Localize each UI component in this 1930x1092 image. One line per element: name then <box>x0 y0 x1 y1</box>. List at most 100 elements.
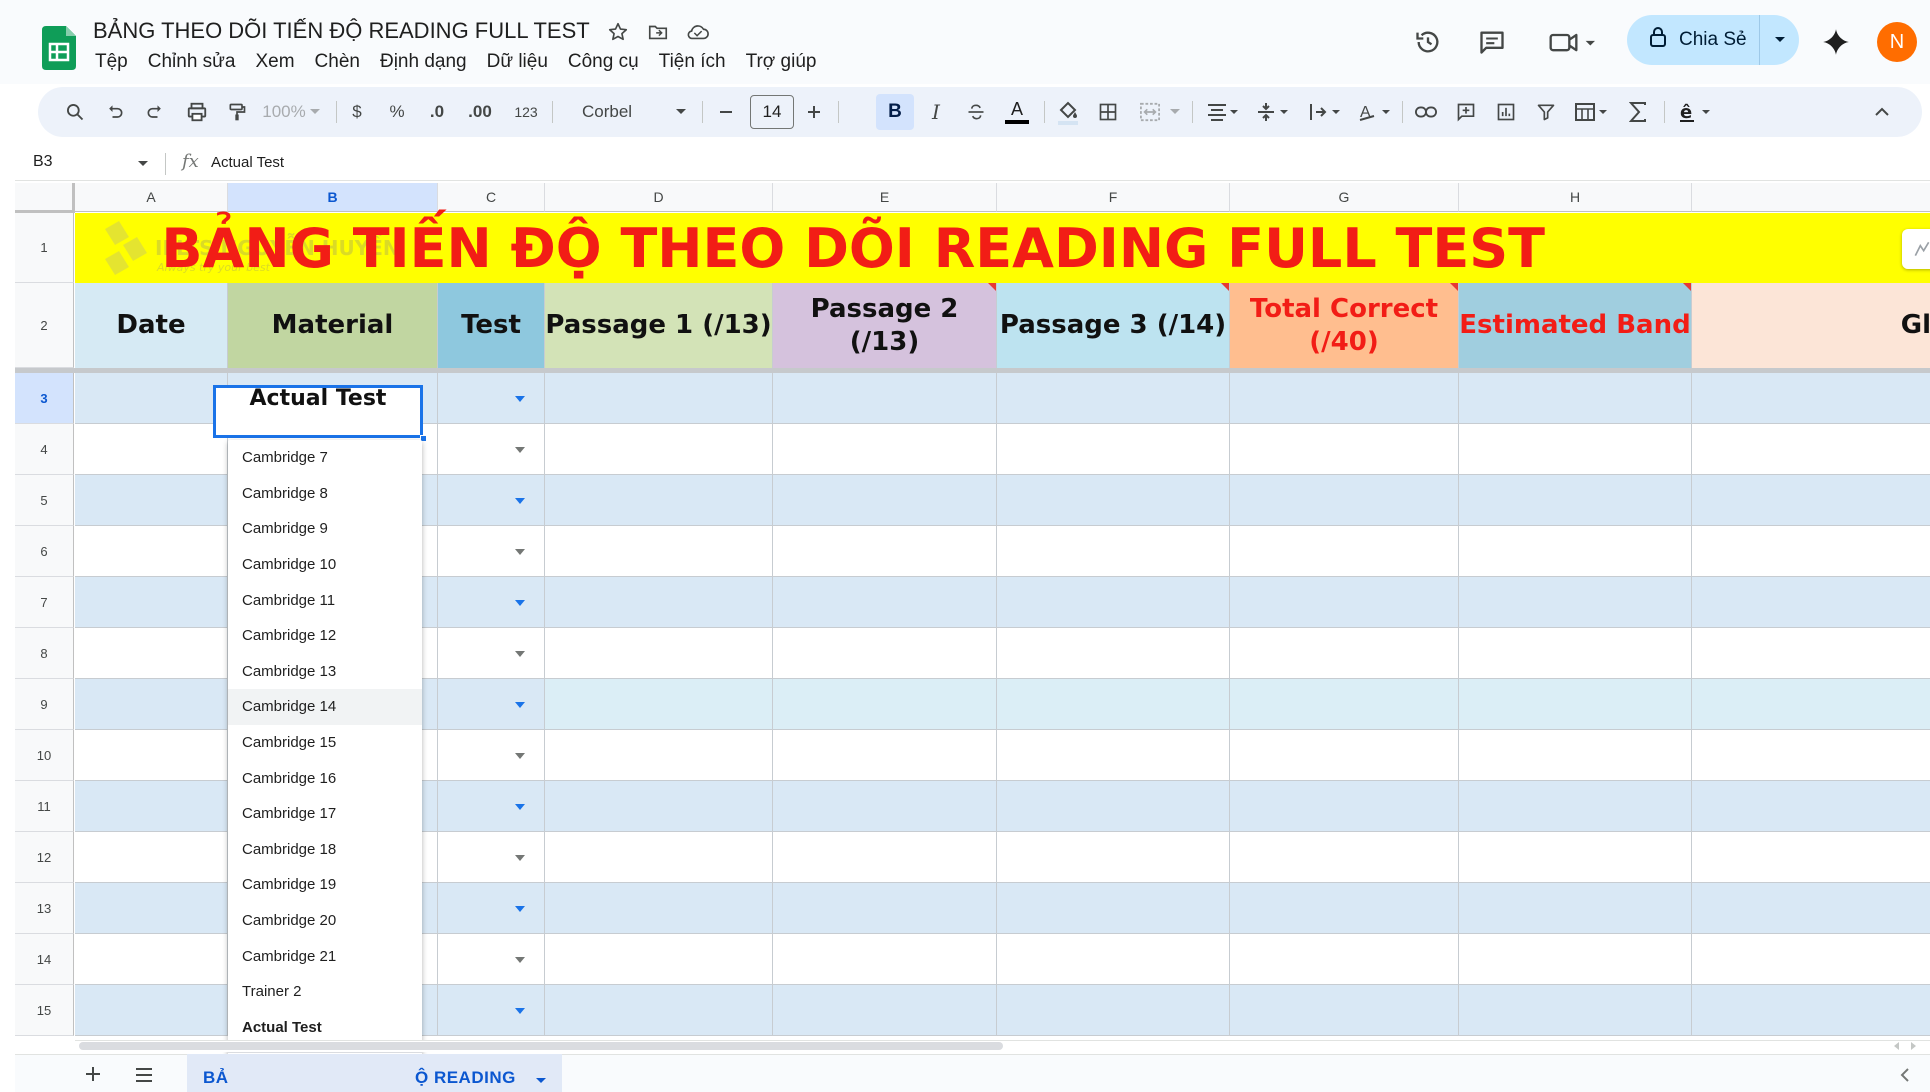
grid-cell[interactable] <box>1692 679 1930 730</box>
grid-cell[interactable] <box>997 628 1230 679</box>
insert-comment-icon[interactable] <box>1448 94 1484 130</box>
grid-cell[interactable] <box>75 781 228 832</box>
grid-cell[interactable] <box>545 832 773 883</box>
grid-cell[interactable] <box>997 985 1230 1036</box>
undo-icon[interactable] <box>98 94 132 130</box>
row-header-8[interactable]: 8 <box>15 628 74 679</box>
star-icon[interactable] <box>604 18 632 46</box>
grid-cell[interactable] <box>545 628 773 679</box>
strikethrough-icon[interactable] <box>958 94 994 130</box>
grid-cell[interactable] <box>75 730 228 781</box>
fill-color-icon[interactable] <box>1050 94 1086 130</box>
account-avatar[interactable]: N <box>1877 22 1917 62</box>
grid-cell[interactable] <box>75 526 228 577</box>
grid-cell[interactable] <box>1230 730 1459 781</box>
dropdown-option[interactable]: Cambridge 16 <box>228 760 422 796</box>
grid-cell[interactable] <box>773 424 997 475</box>
grid-cell[interactable] <box>75 883 228 934</box>
grid-cell[interactable] <box>1692 373 1930 424</box>
text-rotation-icon[interactable]: A <box>1352 94 1396 130</box>
move-to-folder-icon[interactable] <box>644 18 672 46</box>
grid-cell[interactable] <box>75 577 228 628</box>
grid-cell[interactable] <box>1692 526 1930 577</box>
grid-cell[interactable] <box>997 781 1230 832</box>
search-menus-icon[interactable] <box>58 94 92 130</box>
name-box[interactable]: B3 <box>33 153 53 171</box>
text-wrapping-icon[interactable] <box>1302 94 1346 130</box>
filter-icon[interactable] <box>1528 94 1564 130</box>
hide-menus-icon[interactable] <box>1864 94 1900 130</box>
font-family-select[interactable]: Corbel <box>564 94 654 130</box>
grid-cell[interactable] <box>1459 577 1692 628</box>
grid-cell[interactable] <box>773 577 997 628</box>
grid-cell[interactable] <box>1692 475 1930 526</box>
grid-cell[interactable] <box>438 577 545 628</box>
sheet-scroll-left-icon[interactable] <box>1900 1068 1916 1084</box>
cell-dropdown-chevron-icon[interactable] <box>515 498 525 504</box>
grid-cell[interactable] <box>997 373 1230 424</box>
font-caret-icon[interactable] <box>672 94 690 130</box>
share-dropdown-button[interactable] <box>1759 15 1799 65</box>
header-passage-2[interactable]: Passage 2 (/13) <box>773 283 997 368</box>
header-date[interactable]: Date <box>75 283 228 368</box>
grid-cell[interactable] <box>1459 475 1692 526</box>
cell-dropdown-chevron-icon[interactable] <box>515 396 525 402</box>
grid-cell[interactable] <box>997 730 1230 781</box>
header-passage-3[interactable]: Passage 3 (/14) <box>997 283 1230 368</box>
print-icon[interactable] <box>180 94 214 130</box>
grid-cell[interactable] <box>1692 985 1930 1036</box>
menu-extensions[interactable]: Tiện ích <box>649 48 736 76</box>
percent-format-button[interactable]: % <box>380 94 414 130</box>
select-all-corner[interactable] <box>15 183 75 213</box>
sheet-tab-caret-icon[interactable] <box>535 1072 549 1083</box>
grid-cell[interactable] <box>545 934 773 985</box>
menu-format[interactable]: Định dạng <box>370 48 477 76</box>
menu-help[interactable]: Trợ giúp <box>736 48 827 76</box>
column-header-h[interactable]: H <box>1459 183 1692 212</box>
dropdown-option[interactable]: Cambridge 18 <box>228 832 422 868</box>
grid-cell[interactable] <box>1459 985 1692 1036</box>
cell-dropdown-chevron-icon[interactable] <box>515 1008 525 1014</box>
grid-cell[interactable] <box>1459 526 1692 577</box>
menu-insert[interactable]: Chèn <box>305 48 370 76</box>
paint-format-icon[interactable] <box>220 94 254 130</box>
grid-cell[interactable] <box>1692 934 1930 985</box>
dropdown-option[interactable]: Cambridge 13 <box>228 654 422 690</box>
grid-cell[interactable] <box>438 934 545 985</box>
name-box-caret-icon[interactable] <box>137 153 149 178</box>
input-tools-icon[interactable]: ê <box>1672 94 1718 130</box>
row-header-13[interactable]: 13 <box>15 883 74 934</box>
row-header-15[interactable]: 15 <box>15 985 74 1036</box>
grid-cell[interactable] <box>773 730 997 781</box>
document-title[interactable]: BẢNG THEO DÕI TIẾN ĐỘ READING FULL TEST <box>93 18 590 44</box>
grid-cell[interactable] <box>1459 679 1692 730</box>
grid-cell[interactable] <box>773 985 997 1036</box>
menu-view[interactable]: Xem <box>245 48 304 76</box>
bold-button[interactable]: B <box>876 94 914 130</box>
grid-cell[interactable] <box>1692 883 1930 934</box>
grid-cell[interactable] <box>773 628 997 679</box>
increase-font-size-icon[interactable] <box>798 94 830 130</box>
grid-cell[interactable] <box>438 679 545 730</box>
header-passage-1[interactable]: Passage 1 (/13) <box>545 283 773 368</box>
vertical-align-icon[interactable] <box>1250 94 1294 130</box>
grid-cell[interactable] <box>545 373 773 424</box>
grid-cell[interactable] <box>438 781 545 832</box>
scroll-right-icon[interactable] <box>1908 1040 1920 1052</box>
menu-tools[interactable]: Công cụ <box>558 48 649 76</box>
zoom-caret-icon[interactable] <box>306 94 324 130</box>
decrease-font-size-icon[interactable] <box>710 94 742 130</box>
grid-cell[interactable] <box>773 883 997 934</box>
all-sheets-icon[interactable] <box>134 1066 156 1086</box>
explore-icon[interactable] <box>1902 229 1930 269</box>
scroll-left-icon[interactable] <box>1890 1040 1902 1052</box>
grid-cell[interactable] <box>1459 934 1692 985</box>
share-main-button[interactable]: Chia Sẻ <box>1627 15 1759 65</box>
add-sheet-icon[interactable] <box>83 1064 105 1086</box>
grid-cell[interactable] <box>773 679 997 730</box>
header-material[interactable]: Material <box>228 283 438 368</box>
grid-cell[interactable] <box>1459 832 1692 883</box>
dropdown-option[interactable]: Cambridge 11 <box>228 582 422 618</box>
grid-cell[interactable] <box>1692 781 1930 832</box>
grid-cell[interactable] <box>545 883 773 934</box>
